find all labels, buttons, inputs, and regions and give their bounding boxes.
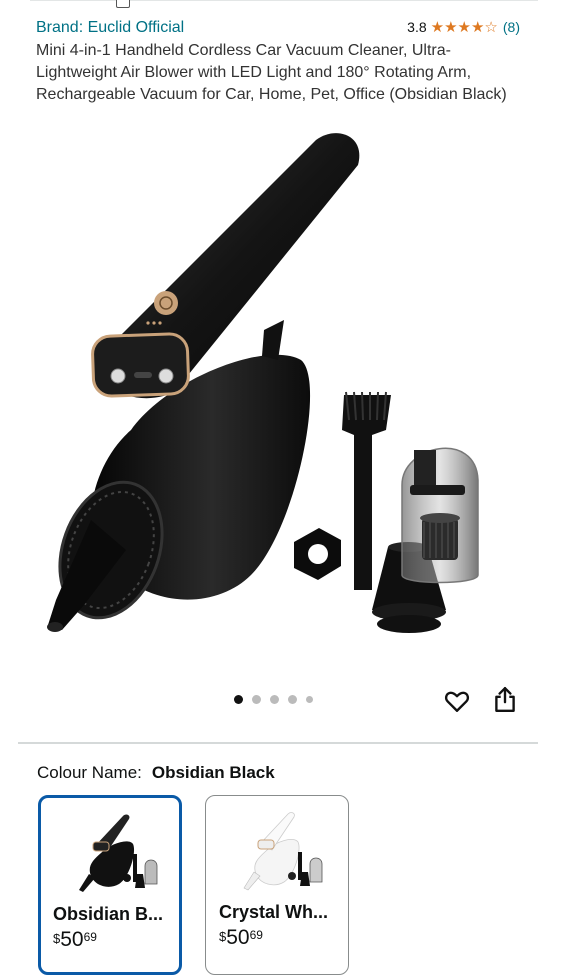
brand-link[interactable]: Brand: Euclid Official <box>36 19 184 37</box>
variant-price: $5069 <box>219 926 263 949</box>
carousel-dot-3[interactable] <box>270 695 279 704</box>
variant-price: $5069 <box>53 928 97 951</box>
variant-obsidian-black[interactable]: Obsidian B... $5069 <box>38 795 182 975</box>
image-carousel-dots[interactable] <box>234 695 313 704</box>
rating-summary[interactable]: 3.8 ★★★★☆ (8) <box>407 18 520 36</box>
variant-name: Obsidian B... <box>53 904 164 924</box>
colour-label: Colour Name: <box>37 763 142 782</box>
variant-thumbnail-white <box>243 812 323 891</box>
carousel-dot-2[interactable] <box>252 695 261 704</box>
variant-thumbnail-black <box>79 814 158 892</box>
carousel-dot-4[interactable] <box>288 695 297 704</box>
carousel-dot-1[interactable] <box>234 695 243 704</box>
colour-selected-value: Obsidian Black <box>151 763 275 782</box>
colour-name-row: Colour Name: Obsidian Black <box>37 763 275 783</box>
checkbox-icon[interactable] <box>116 0 130 8</box>
product-title: Mini 4-in-1 Handheld Cordless Car Vacuum… <box>36 42 507 103</box>
share-icon[interactable] <box>492 686 518 714</box>
product-image[interactable] <box>36 130 536 670</box>
top-edge <box>0 0 568 8</box>
top-divider <box>30 0 538 1</box>
heart-icon[interactable] <box>444 688 470 714</box>
brand-rating-row: Brand: Euclid Official 3.8 ★★★★☆ (8) <box>36 17 532 39</box>
rating-stars-icon: ★★★★☆ <box>430 19 498 36</box>
variant-name: Crystal Wh... <box>219 902 329 922</box>
rating-value: 3.8 <box>407 19 427 35</box>
variant-crystal-white[interactable]: Crystal Wh... $5069 <box>205 795 349 975</box>
carousel-dot-5[interactable] <box>306 696 313 703</box>
section-divider <box>18 742 538 744</box>
rating-count[interactable]: (8) <box>503 19 520 35</box>
